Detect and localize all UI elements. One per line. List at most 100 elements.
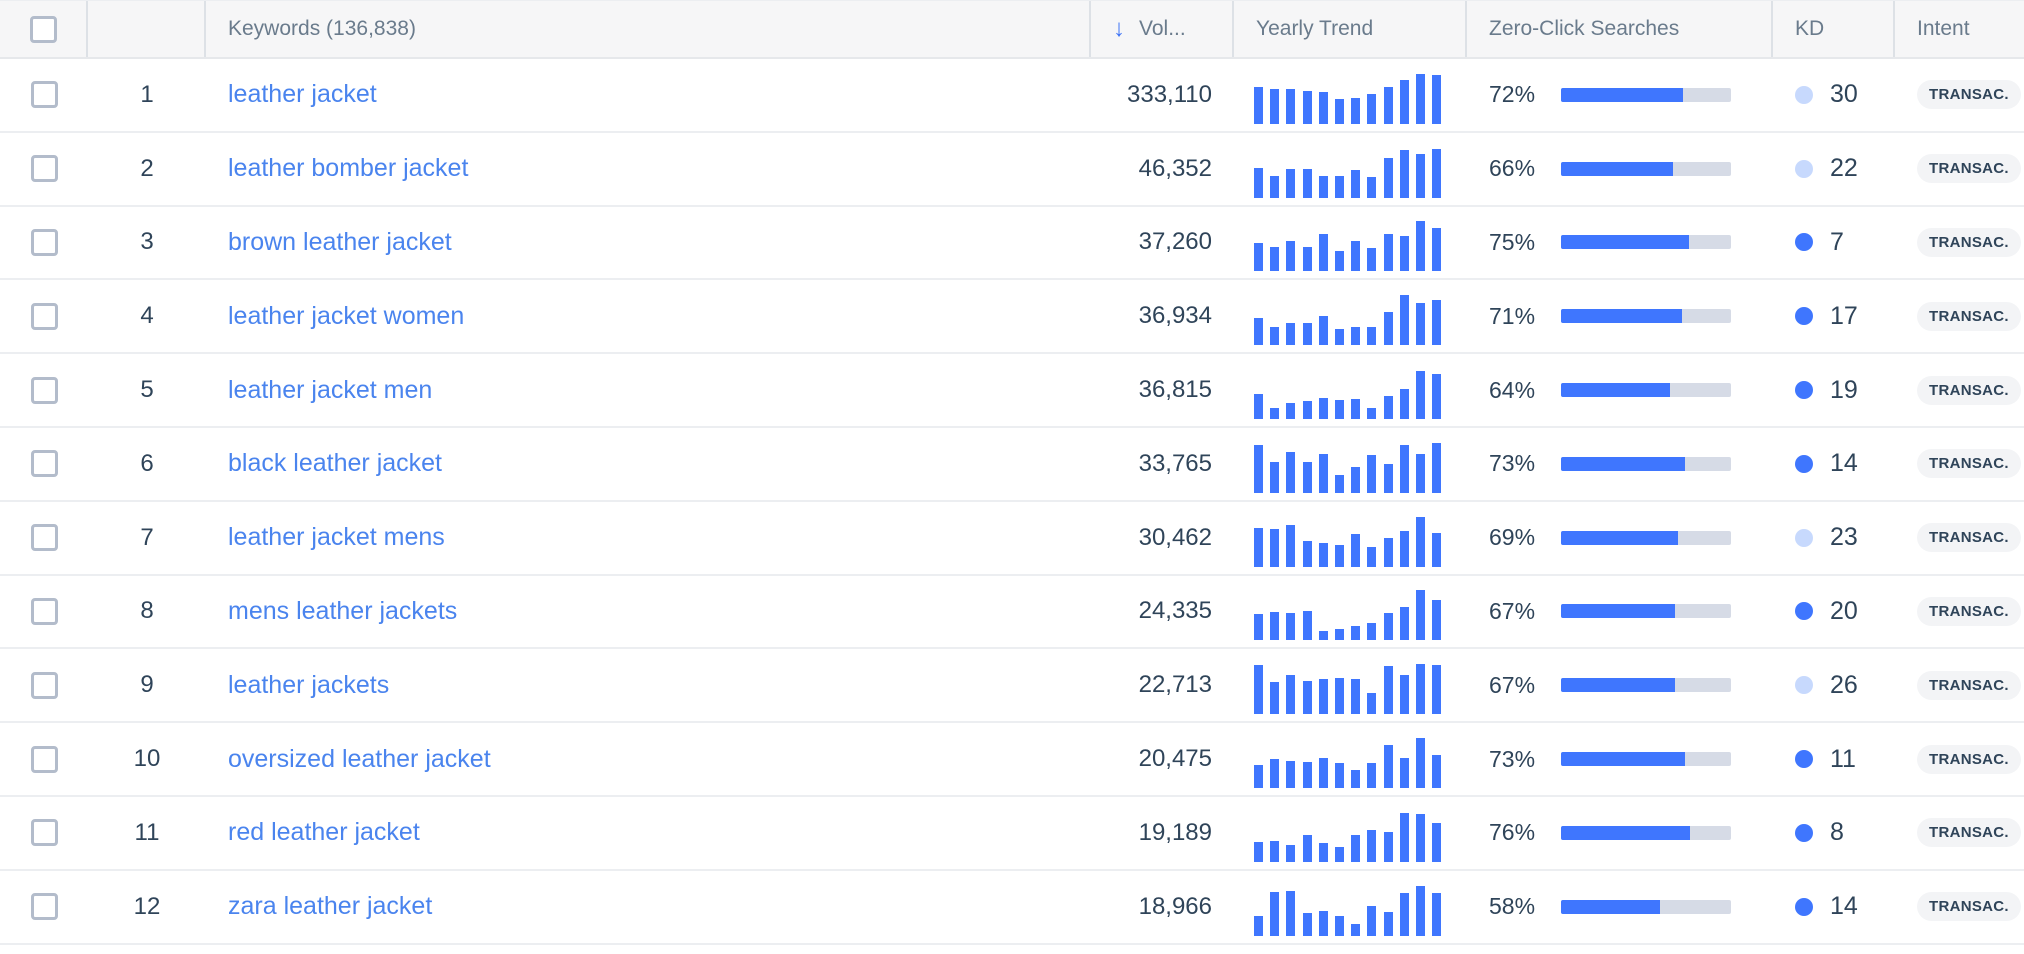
trend-bar [1415,516,1425,567]
trend-bar [1415,371,1425,420]
intent-badge[interactable]: TRANSAC. [1917,301,2021,331]
kd-indicator-dot-icon [1795,307,1813,326]
keyword-link[interactable]: leather jacket men [228,376,432,405]
kd-value: 20 [1830,596,1858,625]
intent-badge[interactable]: TRANSAC. [1917,449,2021,479]
row-checkbox[interactable] [30,893,58,921]
trend-bar [1302,247,1312,272]
row-checkbox[interactable] [30,302,58,330]
row-checkbox[interactable] [30,745,58,773]
intent-badge[interactable]: TRANSAC. [1917,670,2021,700]
trend-bar [1302,461,1312,493]
trend-bar [1334,474,1344,493]
table-row: 1 leather jacket 333,110 72% 30 TRANSAC. [0,59,2024,133]
trend-cell [1234,649,1467,721]
row-checkbox-cell [0,280,88,352]
trend-bar [1318,175,1328,198]
intent-badge[interactable]: TRANSAC. [1917,227,2021,257]
trend-bar [1432,532,1442,567]
zero-click-percent: 67% [1489,597,1536,624]
row-index: 12 [133,892,161,920]
keyword-link[interactable]: leather bomber jacket [228,154,468,183]
zero-click-bar [1561,899,1731,914]
intent-badge[interactable]: TRANSAC. [1917,523,2021,553]
row-checkbox[interactable] [30,819,58,847]
keyword-link[interactable]: brown leather jacket [228,228,452,257]
keyword-link[interactable]: oversized leather jacket [228,745,491,774]
header-intent[interactable]: Intent [1895,1,2024,57]
keyword-link[interactable]: leather jackets [228,671,389,700]
table-row: 10 oversized leather jacket 20,475 73% 1… [0,723,2024,797]
row-checkbox[interactable] [30,671,58,699]
row-checkbox-cell [0,59,88,131]
trend-bar [1334,629,1344,641]
trend-cell [1234,576,1467,648]
trend-bar [1383,312,1393,346]
zero-click-percent: 76% [1489,819,1536,846]
trend-bar [1415,664,1425,715]
kd-value: 19 [1830,375,1858,404]
intent-badge[interactable]: TRANSAC. [1917,154,2021,184]
kd-value: 14 [1830,892,1858,921]
row-checkbox[interactable] [30,524,58,552]
keyword-link[interactable]: black leather jacket [228,449,442,478]
trend-bar [1286,451,1296,493]
arrow-down-icon[interactable]: ↓ [1113,15,1125,43]
intent-badge[interactable]: TRANSAC. [1917,744,2021,774]
intent-badge[interactable]: TRANSAC. [1917,375,2021,405]
volume-value: 37,260 [1138,228,1212,256]
trend-bar [1302,834,1312,862]
intent-badge[interactable]: TRANSAC. [1917,80,2021,110]
header-keywords[interactable]: Keywords (136,838) [206,1,1091,57]
header-zero-click[interactable]: Zero-Click Searches [1467,1,1773,57]
kd-cell: 26 [1773,649,1895,721]
row-checkbox[interactable] [30,376,58,404]
keyword-link[interactable]: mens leather jackets [228,597,457,626]
trend-bar [1286,88,1296,124]
select-all-checkbox[interactable] [29,15,57,43]
zero-click-bar [1561,825,1731,840]
row-checkbox-cell [0,354,88,426]
zero-click-percent: 66% [1489,155,1536,182]
table-row: 4 leather jacket women 36,934 71% 17 TRA… [0,280,2024,355]
header-volume[interactable]: ↓ Vol... [1091,1,1234,57]
trend-bar [1432,74,1442,124]
trend-bar [1351,399,1361,420]
header-index-cell [88,1,206,57]
trend-bar [1367,623,1377,641]
trend-bar [1318,679,1328,715]
trend-bar [1286,675,1296,715]
row-checkbox-cell [0,207,88,279]
row-checkbox[interactable] [30,81,58,109]
trend-bar [1318,453,1328,493]
yearly-trend-sparkline [1254,369,1442,420]
row-checkbox[interactable] [30,228,58,256]
keyword-link[interactable]: leather jacket mens [228,523,445,552]
intent-badge[interactable]: TRANSAC. [1917,892,2021,922]
zero-click-percent: 73% [1489,450,1536,477]
intent-badge[interactable]: TRANSAC. [1917,596,2021,626]
header-kd[interactable]: KD [1773,1,1895,57]
keyword-link[interactable]: leather jacket women [228,302,464,331]
row-index: 8 [140,597,154,625]
keyword-link[interactable]: red leather jacket [228,818,420,847]
trend-cell [1234,354,1467,426]
row-checkbox[interactable] [30,597,58,625]
trend-bar [1254,394,1263,420]
trend-bar [1367,248,1377,272]
kd-indicator-dot-icon [1795,85,1813,104]
yearly-trend-sparkline [1254,812,1442,862]
row-checkbox[interactable] [30,155,58,183]
keyword-link[interactable]: leather jacket [228,80,377,109]
volume-value: 24,335 [1138,597,1212,625]
intent-badge[interactable]: TRANSAC. [1917,818,2021,848]
trend-bar [1286,323,1296,346]
row-index: 3 [140,228,154,256]
keyword-link[interactable]: zara leather jacket [228,892,432,921]
table-row: 2 leather bomber jacket 46,352 66% 22 TR… [0,133,2024,207]
row-index: 11 [134,818,160,846]
row-checkbox[interactable] [30,450,58,478]
header-trend[interactable]: Yearly Trend [1234,1,1467,57]
trend-bar [1399,236,1409,272]
trend-bar [1383,396,1393,420]
